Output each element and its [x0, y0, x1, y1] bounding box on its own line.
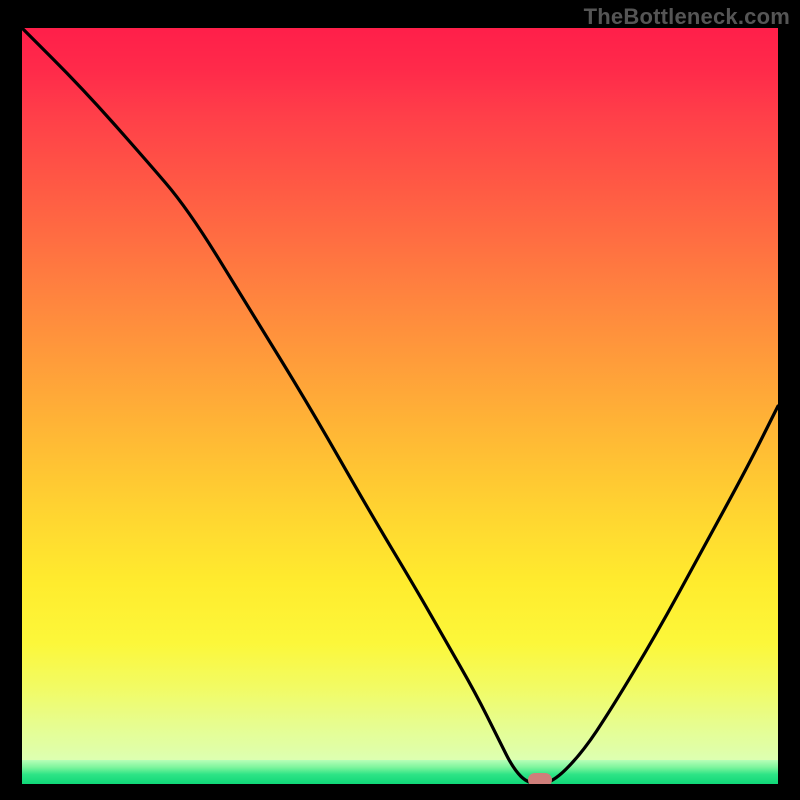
chart-frame: TheBottleneck.com	[0, 0, 800, 800]
curve-path	[22, 28, 778, 784]
bottleneck-curve	[22, 28, 778, 784]
optimal-point-marker	[528, 773, 552, 784]
watermark-text: TheBottleneck.com	[584, 4, 790, 30]
plot-area	[22, 28, 778, 784]
